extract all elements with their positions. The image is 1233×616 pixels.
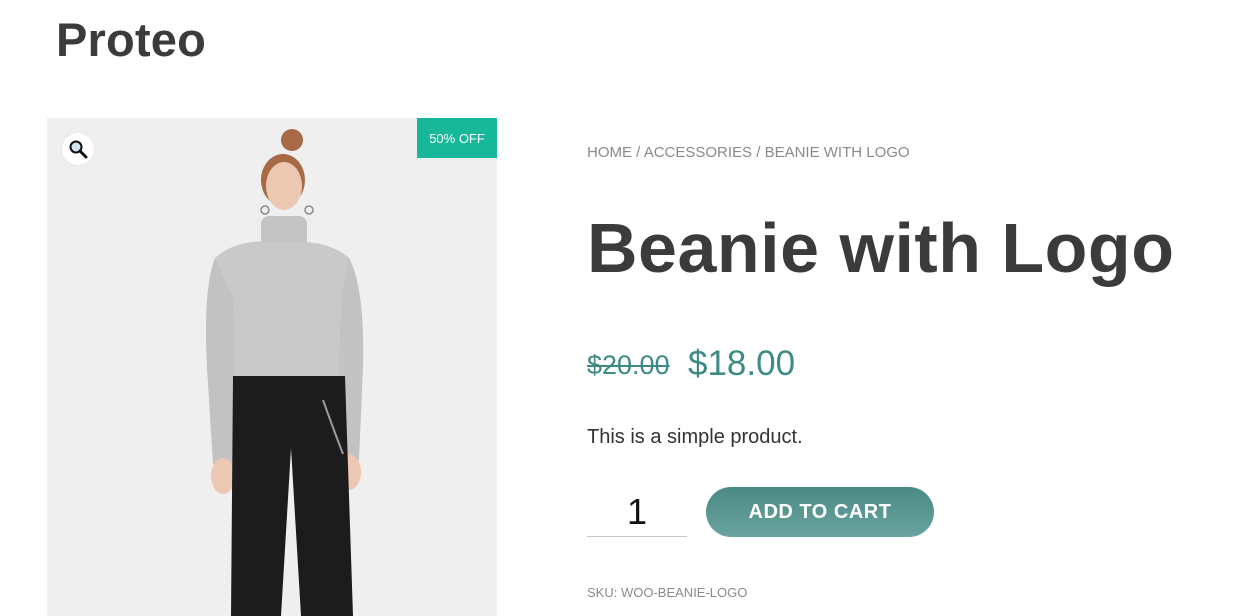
- breadcrumb: HOME / ACCESSORIES / BEANIE WITH LOGO: [587, 144, 910, 161]
- breadcrumb-separator: /: [756, 144, 761, 161]
- sku-label: SKU:: [587, 585, 618, 600]
- price-sale: $18.00: [688, 344, 796, 383]
- sku-value: WOO-BEANIE-LOGO: [620, 585, 748, 600]
- product-title: Beanie with Logo: [587, 209, 1175, 287]
- product-sku: SKU: WOO-BEANIE-LOGO: [587, 585, 747, 600]
- product-short-description: This is a simple product.: [587, 426, 803, 448]
- product-photo: [206, 129, 364, 616]
- site-title[interactable]: Proteo: [56, 12, 206, 67]
- sale-badge: 50% OFF: [417, 118, 497, 158]
- zoom-button[interactable]: [62, 133, 94, 165]
- breadcrumb-current: BEANIE WITH LOGO: [764, 144, 910, 161]
- quantity-input[interactable]: [587, 488, 687, 537]
- product-gallery[interactable]: [47, 118, 497, 616]
- breadcrumb-home[interactable]: HOME: [587, 144, 632, 161]
- add-to-cart-button[interactable]: ADD TO CART: [706, 487, 934, 537]
- breadcrumb-accessories[interactable]: ACCESSORIES: [644, 144, 752, 161]
- price-original: $20.00: [587, 350, 670, 380]
- breadcrumb-separator: /: [636, 144, 641, 161]
- magnifier-icon: [69, 140, 88, 159]
